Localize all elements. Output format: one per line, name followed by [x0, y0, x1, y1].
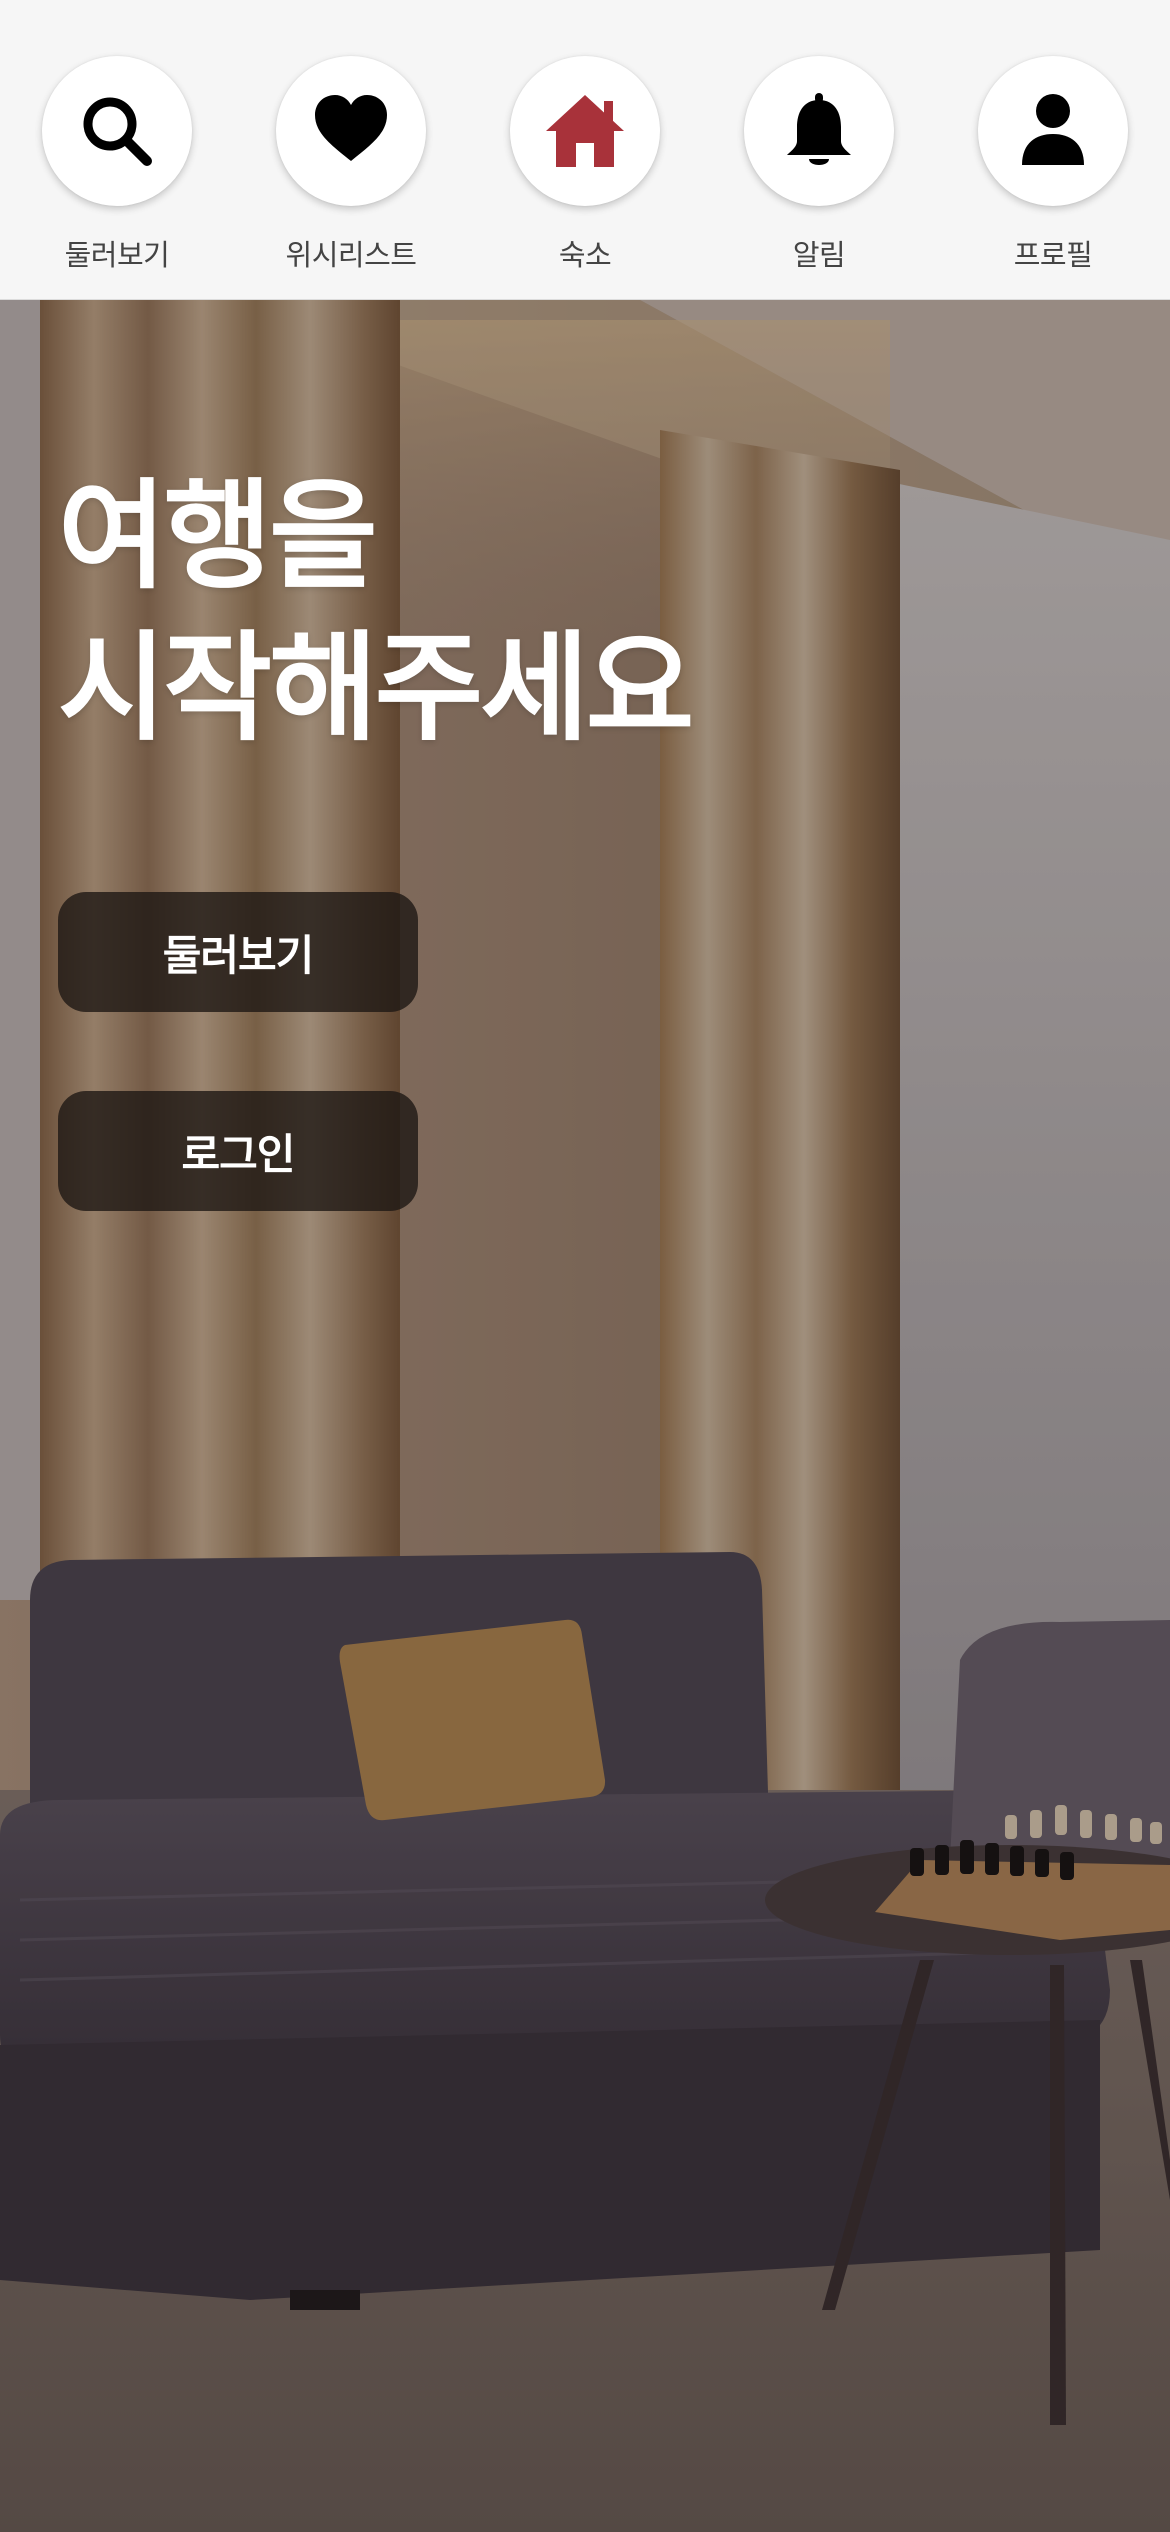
- nav-label-stays: 숙소: [558, 238, 612, 272]
- hero-title-line-1: 여행을: [58, 467, 378, 605]
- hero-section: 여행을 시작해주세요 둘러보기 로그인: [0, 300, 1170, 2532]
- nav-wishlist-button[interactable]: [276, 56, 426, 206]
- nav-label-profile: 프로필: [1013, 238, 1093, 272]
- hero-title-line-2: 시작해주세요: [58, 619, 694, 757]
- browse-button[interactable]: 둘러보기: [58, 892, 418, 1012]
- login-button[interactable]: 로그인: [58, 1091, 418, 1211]
- heart-icon: [315, 95, 387, 161]
- nav-label-notifications: 알림: [792, 238, 846, 272]
- user-icon: [1022, 94, 1084, 165]
- nav-item-wishlist[interactable]: 위시리스트: [251, 56, 451, 286]
- nav-item-profile[interactable]: 프로필: [953, 56, 1153, 286]
- hero-title: 여행을 시작해주세요: [58, 460, 1058, 764]
- nav-item-browse[interactable]: 둘러보기: [17, 56, 217, 286]
- bell-icon: [787, 93, 851, 165]
- nav-item-stays[interactable]: 숙소: [485, 56, 685, 286]
- nav-label-browse: 둘러보기: [64, 238, 170, 272]
- nav-profile-button[interactable]: [978, 56, 1128, 206]
- top-navigation-bar: 둘러보기 위시리스트 숙소 알림 프로필: [0, 0, 1170, 300]
- nav-notifications-button[interactable]: [744, 56, 894, 206]
- nav-browse-button[interactable]: [42, 56, 192, 206]
- nav-stays-button[interactable]: [510, 56, 660, 206]
- search-icon: [83, 97, 152, 166]
- nav-label-wishlist: 위시리스트: [285, 238, 417, 272]
- nav-item-notifications[interactable]: 알림: [719, 56, 919, 286]
- home-icon: [546, 95, 624, 167]
